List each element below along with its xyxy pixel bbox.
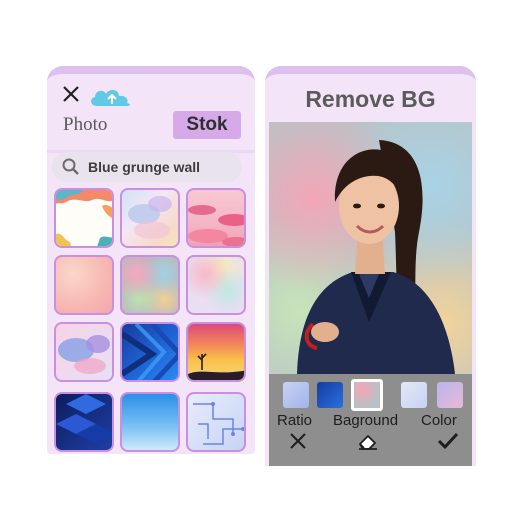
search-icon [62,158,79,175]
tab-stok[interactable]: Stok [173,111,241,139]
person-photo [297,140,455,374]
color-option-light[interactable] [401,382,427,408]
tool-label-color[interactable]: Color [421,412,457,429]
tab-photo[interactable]: Photo [63,114,107,136]
photo-preview [269,122,472,374]
thumbnail-tile[interactable] [120,322,180,382]
thumbnail-tile[interactable] [186,255,246,315]
color-option-cloud[interactable] [437,382,463,408]
cloud-upload-icon[interactable] [87,84,137,110]
thumbnail-tile[interactable] [120,255,180,315]
thumbnail-tile[interactable] [54,392,114,452]
remove-bg-panel: Remove BG Ratio Baground Color [265,66,476,466]
thumbnail-tile[interactable] [120,188,180,248]
thumbnail-tile[interactable] [54,188,114,248]
thumbnail-tile[interactable] [186,188,246,248]
tool-label-ratio[interactable]: Ratio [277,412,312,429]
background-option-selected[interactable] [351,379,383,411]
close-icon[interactable] [289,432,307,450]
thumbnail-tile[interactable] [186,392,246,452]
checkmark-icon[interactable] [437,432,459,450]
tool-label-background[interactable]: Baground [333,412,398,429]
thumbnail-tile[interactable] [54,322,114,382]
close-icon[interactable] [61,84,81,104]
thumbnail-tile[interactable] [186,322,246,382]
ratio-preset-thumbnail[interactable] [283,382,309,408]
eraser-icon[interactable] [357,432,379,450]
thumbnail-tile[interactable] [120,392,180,452]
search-bar[interactable]: Blue grunge wall [52,152,242,182]
search-input[interactable]: Blue grunge wall [88,159,200,175]
tool-bar: Ratio Baground Color [269,374,472,466]
stock-picker-panel: Photo Stok Blue grunge wall [47,66,255,454]
background-option-blue[interactable] [317,382,343,408]
thumbnail-tile[interactable] [54,255,114,315]
page-title: Remove BG [305,86,436,112]
